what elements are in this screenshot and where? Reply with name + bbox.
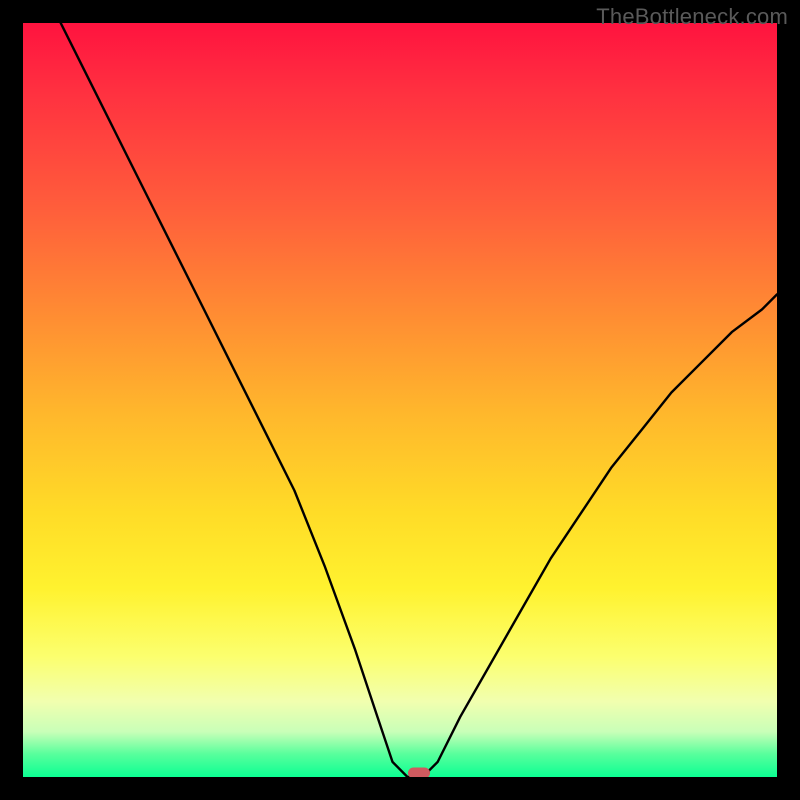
chart-frame: TheBottleneck.com — [0, 0, 800, 800]
plot-area — [23, 23, 777, 777]
bottleneck-curve — [23, 23, 777, 777]
watermark-text: TheBottleneck.com — [596, 4, 788, 30]
optimum-marker — [408, 768, 430, 777]
